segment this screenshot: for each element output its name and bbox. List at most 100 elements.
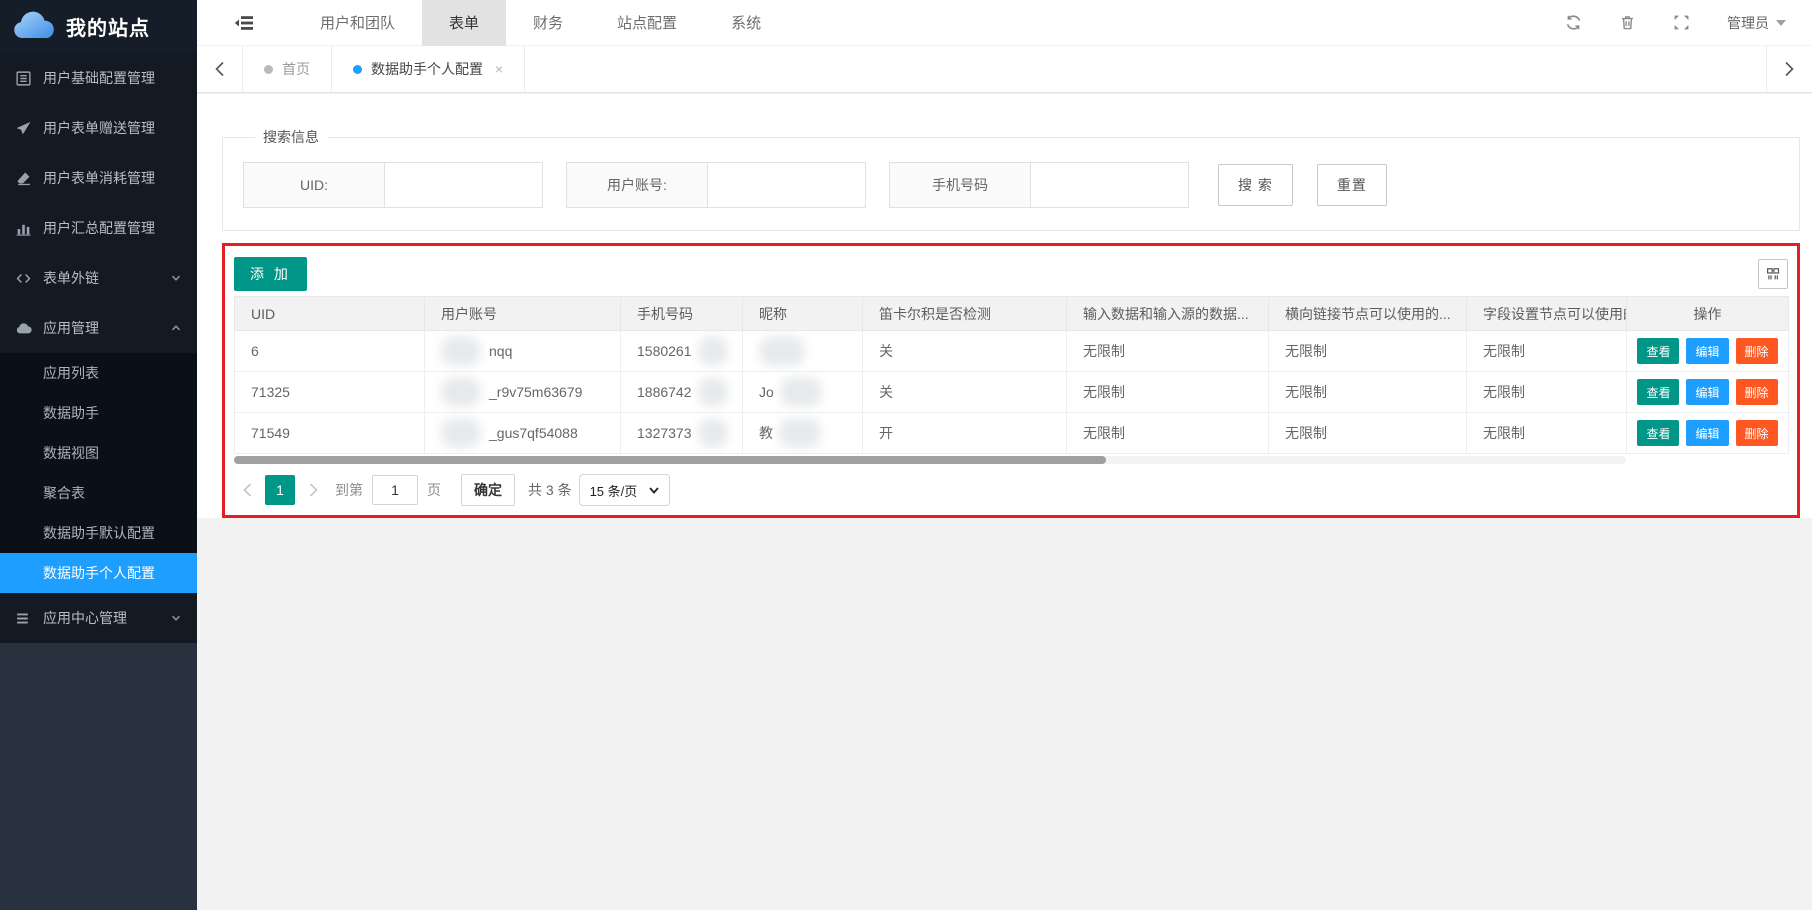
sidebar-item-app-manage[interactable]: 应用管理 [0,303,197,353]
subitem-label: 数据助手 [43,403,99,423]
top-tab-system[interactable]: 系统 [704,0,788,46]
sidebar-item-app-center-manage[interactable]: 应用中心管理 [0,593,197,643]
reset-button[interactable]: 重置 [1317,164,1387,206]
select-caret-icon [649,487,659,494]
cell-uid: 71549 [235,413,425,454]
sidebar-item-form-gift[interactable]: 用户表单赠送管理 [0,103,197,153]
fullscreen-icon[interactable] [1673,14,1690,31]
search-button[interactable]: 搜 索 [1218,164,1293,206]
sidebar-item-form-consume[interactable]: 用户表单消耗管理 [0,153,197,203]
page-size-select[interactable]: 15 条/页 [579,474,671,506]
current-page-button[interactable]: 1 [265,475,295,505]
redaction-blur [441,418,481,448]
view-button[interactable]: 查看 [1637,338,1679,364]
col-header-uid[interactable]: UID [235,297,425,331]
sidebar-item-label: 表单外链 [43,268,99,288]
sidebar-item-label: 用户表单消耗管理 [43,168,155,188]
sidebar-item-user-summary[interactable]: 用户汇总配置管理 [0,203,197,253]
tabbar-scroll-left-icon[interactable] [197,46,243,92]
col-header-phone[interactable]: 手机号码 [621,297,743,331]
refresh-icon[interactable] [1565,14,1582,31]
sidebar-subitem-data-assistant[interactable]: 数据助手 [0,393,197,433]
edit-button[interactable]: 编辑 [1686,338,1728,364]
cell-input-source-limit: 无限制 [1067,413,1269,454]
next-page-icon[interactable] [300,475,326,505]
goto-page-input[interactable] [372,475,418,505]
top-tab-forms[interactable]: 表单 [422,0,506,46]
col-header-account[interactable]: 用户账号 [425,297,621,331]
tabbar-scroll-right-icon[interactable] [1766,46,1812,92]
phone-input[interactable] [1030,162,1189,208]
edit-button[interactable]: 编辑 [1686,420,1728,446]
horizontal-scrollbar[interactable] [234,456,1626,464]
view-button[interactable]: 查看 [1637,420,1679,446]
top-tab-finance[interactable]: 财务 [506,0,590,46]
col-header-actions[interactable]: 操作 [1627,297,1789,331]
search-fieldset: 搜索信息 UID: 用户账号: 手机号码 搜 索 重置 [222,127,1800,231]
user-menu[interactable]: 管理员 [1727,13,1786,33]
page-tab-assistant-personal-config[interactable]: 数据助手个人配置 × [332,46,525,92]
sidebar-nav: 用户基础配置管理 用户表单赠送管理 用户表单消耗管理 用户汇总配置管理 [0,53,197,643]
col-header-input-source-limit[interactable]: 输入数据和输入源的数据... [1067,297,1269,331]
col-header-nickname[interactable]: 昵称 [743,297,863,331]
col-header-cartesian[interactable]: 笛卡尔积是否检测 [863,297,1067,331]
page-tab-home[interactable]: 首页 [243,46,332,92]
sidebar-subitem-assistant-personal-config[interactable]: 数据助手个人配置 [0,553,197,593]
sidebar-subitem-data-view[interactable]: 数据视图 [0,433,197,473]
collapse-sidebar-icon[interactable] [233,14,255,32]
delete-button[interactable]: 删除 [1736,338,1778,364]
uid-field-group: UID: [243,162,543,208]
confirm-page-button[interactable]: 确定 [461,474,515,506]
top-tab-label: 站点配置 [617,12,677,33]
total-count-label: 共 3 条 [528,480,572,500]
sidebar-subitem-aggregate-table[interactable]: 聚合表 [0,473,197,513]
redaction-blur [779,418,821,448]
sidebar-item-form-external-link[interactable]: 表单外链 [0,253,197,303]
add-button[interactable]: 添 加 [234,257,307,291]
view-button[interactable]: 查看 [1637,379,1679,405]
table-row: 71325 _r9v75m63679 1886742 Jo 关 无限制 无限制 … [235,372,1789,413]
sidebar-item-user-base-config[interactable]: 用户基础配置管理 [0,53,197,103]
cell-account: _gus7qf54088 [425,413,621,454]
logo-bar[interactable]: 我的站点 [0,0,197,53]
subitem-label: 应用列表 [43,363,99,383]
page-size-value: 15 条/页 [590,481,638,500]
prev-page-icon[interactable] [234,475,260,505]
top-tab-users-teams[interactable]: 用户和团队 [293,0,422,46]
sidebar-item-label: 用户表单赠送管理 [43,118,155,138]
cell-phone: 1327373 [621,413,743,454]
redaction-blur [759,336,805,366]
uid-label: UID: [243,162,384,208]
account-input[interactable] [707,162,866,208]
column-settings-button[interactable] [1758,259,1788,289]
redaction-blur [780,377,822,407]
scrollbar-thumb[interactable] [234,456,1106,464]
redaction-blur [441,336,481,366]
header-actions: 管理员 [1565,13,1786,33]
col-header-field-node-limit[interactable]: 字段设置节点可以使用的 [1467,297,1627,331]
sidebar-subitem-assistant-default-config[interactable]: 数据助手默认配置 [0,513,197,553]
trash-icon[interactable] [1619,14,1636,31]
highlighted-table-block: 添 加 UID 用户账号 手机号码 [222,243,1800,518]
goto-suffix-label: 页 [427,480,441,500]
uid-input[interactable] [384,162,543,208]
table-header-row: UID 用户账号 手机号码 昵称 笛卡尔积是否检测 输入数据和输入源的数据...… [235,297,1789,331]
edit-button[interactable]: 编辑 [1686,379,1728,405]
code-link-icon [15,270,32,287]
account-label: 用户账号: [566,162,707,208]
top-tab-label: 表单 [449,12,479,33]
subitem-label: 数据视图 [43,443,99,463]
cell-nickname-text: Jo [759,384,774,400]
sidebar-subitem-app-list[interactable]: 应用列表 [0,353,197,393]
col-header-link-node-limit[interactable]: 横向链接节点可以使用的... [1269,297,1467,331]
account-field-group: 用户账号: [566,162,866,208]
sidebar-item-label: 应用中心管理 [43,608,127,628]
close-tab-icon[interactable]: × [495,61,503,77]
delete-button[interactable]: 删除 [1736,379,1778,405]
delete-button[interactable]: 删除 [1736,420,1778,446]
phone-label: 手机号码 [889,162,1030,208]
subitem-label: 数据助手默认配置 [43,523,155,543]
cell-uid: 71325 [235,372,425,413]
top-tab-site-config[interactable]: 站点配置 [590,0,704,46]
cell-phone-text: 1327373 [637,425,692,441]
